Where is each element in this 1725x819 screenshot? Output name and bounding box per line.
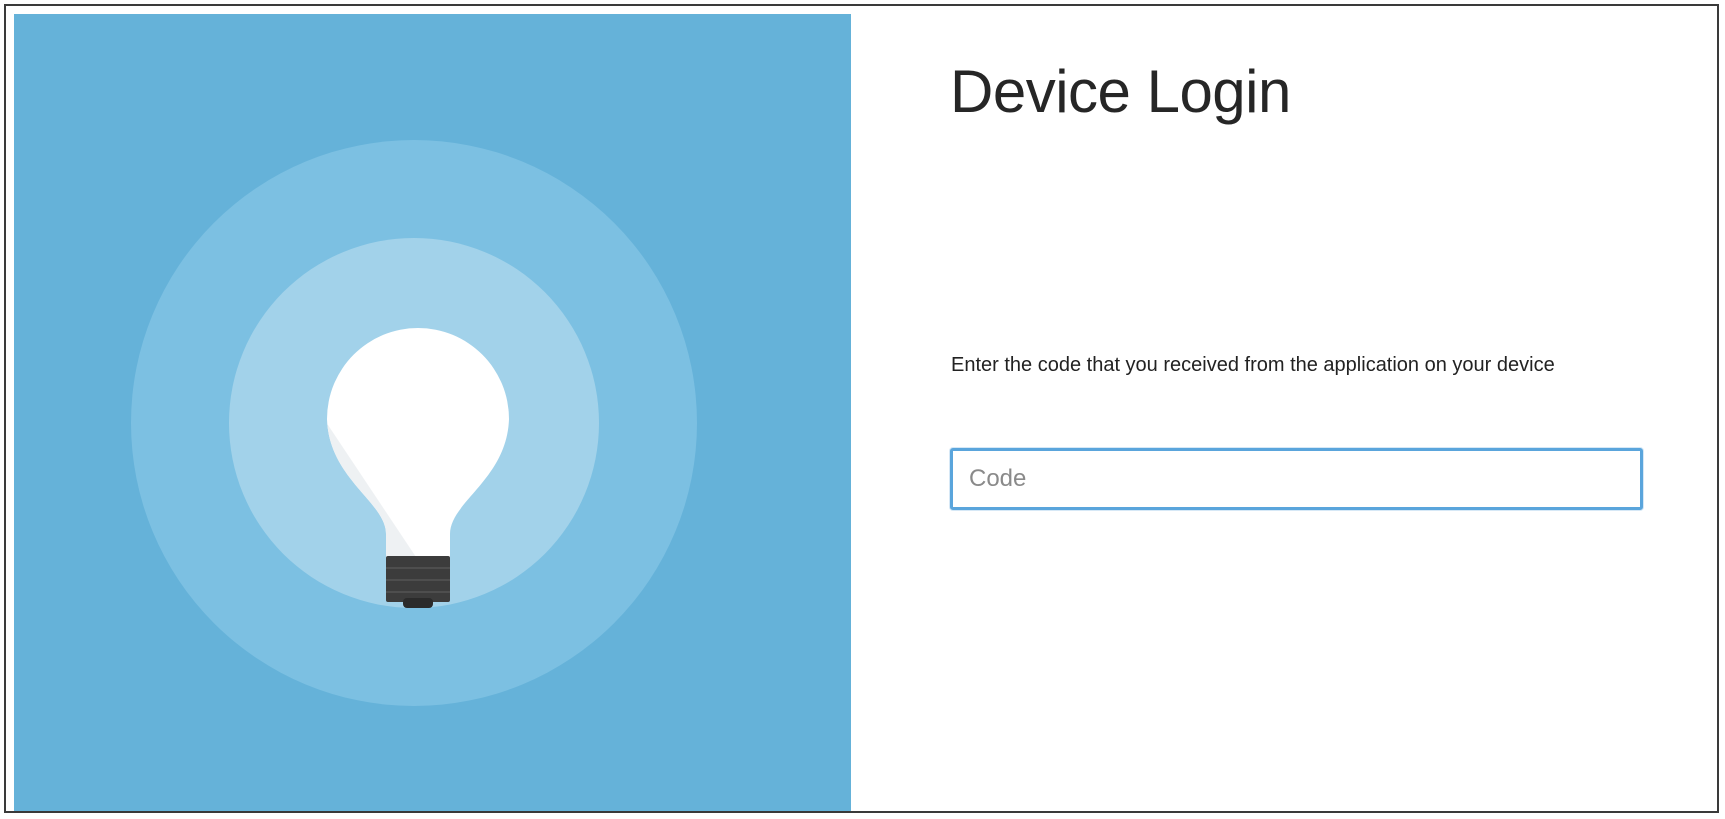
bulb-tip (403, 598, 433, 608)
lightbulb-illustration (131, 140, 697, 706)
login-panel: Device Login Enter the code that you rec… (853, 14, 1713, 811)
illustration-panel (14, 14, 851, 811)
bulb-base (386, 556, 450, 602)
page-title: Device Login (950, 58, 1291, 125)
code-input[interactable] (950, 448, 1643, 510)
device-login-window: Device Login Enter the code that you rec… (4, 4, 1719, 813)
instruction-text: Enter the code that you received from th… (951, 354, 1555, 376)
